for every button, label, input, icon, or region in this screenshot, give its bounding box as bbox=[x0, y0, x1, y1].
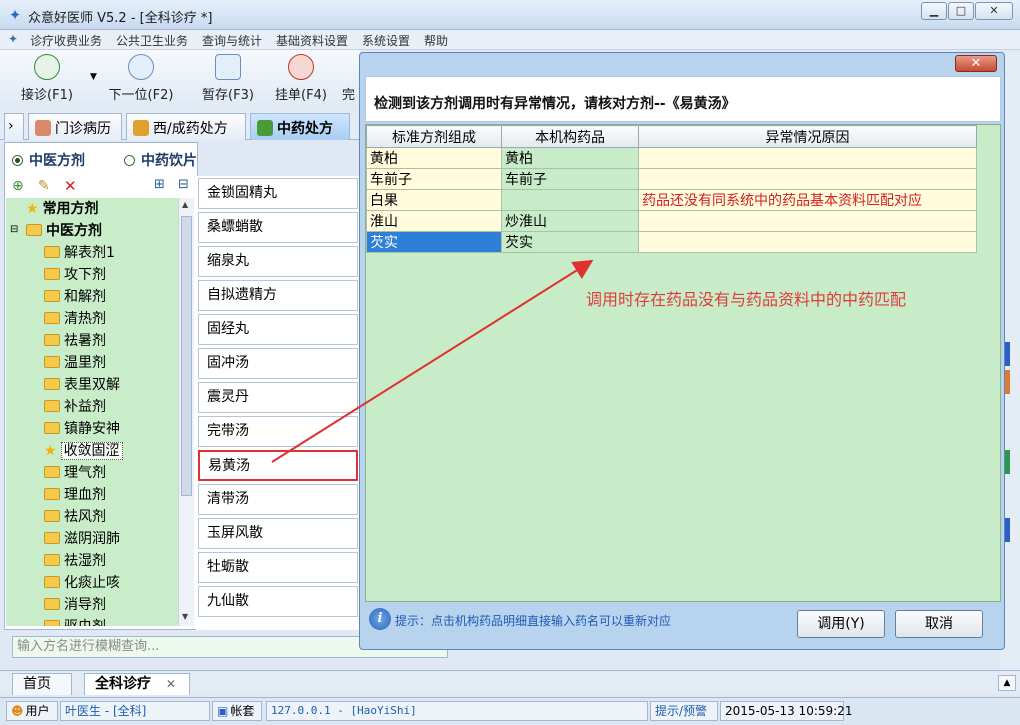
status-account[interactable]: ▣ 帐套 bbox=[212, 701, 262, 721]
annotation-overlay bbox=[271, 259, 594, 463]
status-datetime: 2015-05-13 10:59:21 bbox=[720, 701, 852, 721]
status-bar: ☻ 用户 叶医生 - [全科] ▣ 帐套 127.0.0.1 - [HaoYiShi… bbox=[0, 697, 1020, 725]
annotation-arrow bbox=[271, 259, 594, 463]
account-label-text: 帐套 bbox=[230, 704, 255, 718]
tab-general-clinic[interactable]: 全科诊疗 ✕ bbox=[84, 673, 190, 695]
user-icon: ☻ bbox=[11, 704, 24, 718]
status-user: 叶医生 - [全科] bbox=[60, 701, 210, 721]
status-user-label: ☻ 用户 bbox=[6, 701, 58, 721]
account-icon: ▣ bbox=[217, 704, 229, 718]
tab-scroll-up-icon[interactable]: ▲ bbox=[998, 675, 1016, 691]
tab-home[interactable]: 首页 bbox=[12, 673, 72, 695]
user-label-text: 用户 bbox=[25, 704, 50, 718]
close-tab-icon[interactable]: ✕ bbox=[166, 677, 176, 691]
status-alert[interactable]: 提示/预警 bbox=[650, 701, 718, 721]
status-server: 127.0.0.1 - [HaoYiShi] bbox=[266, 701, 648, 721]
bottom-tab-bar: 首页 全科诊疗 ✕ ▲ bbox=[0, 670, 1020, 695]
tab-general-clinic-label: 全科诊疗 bbox=[95, 676, 151, 692]
